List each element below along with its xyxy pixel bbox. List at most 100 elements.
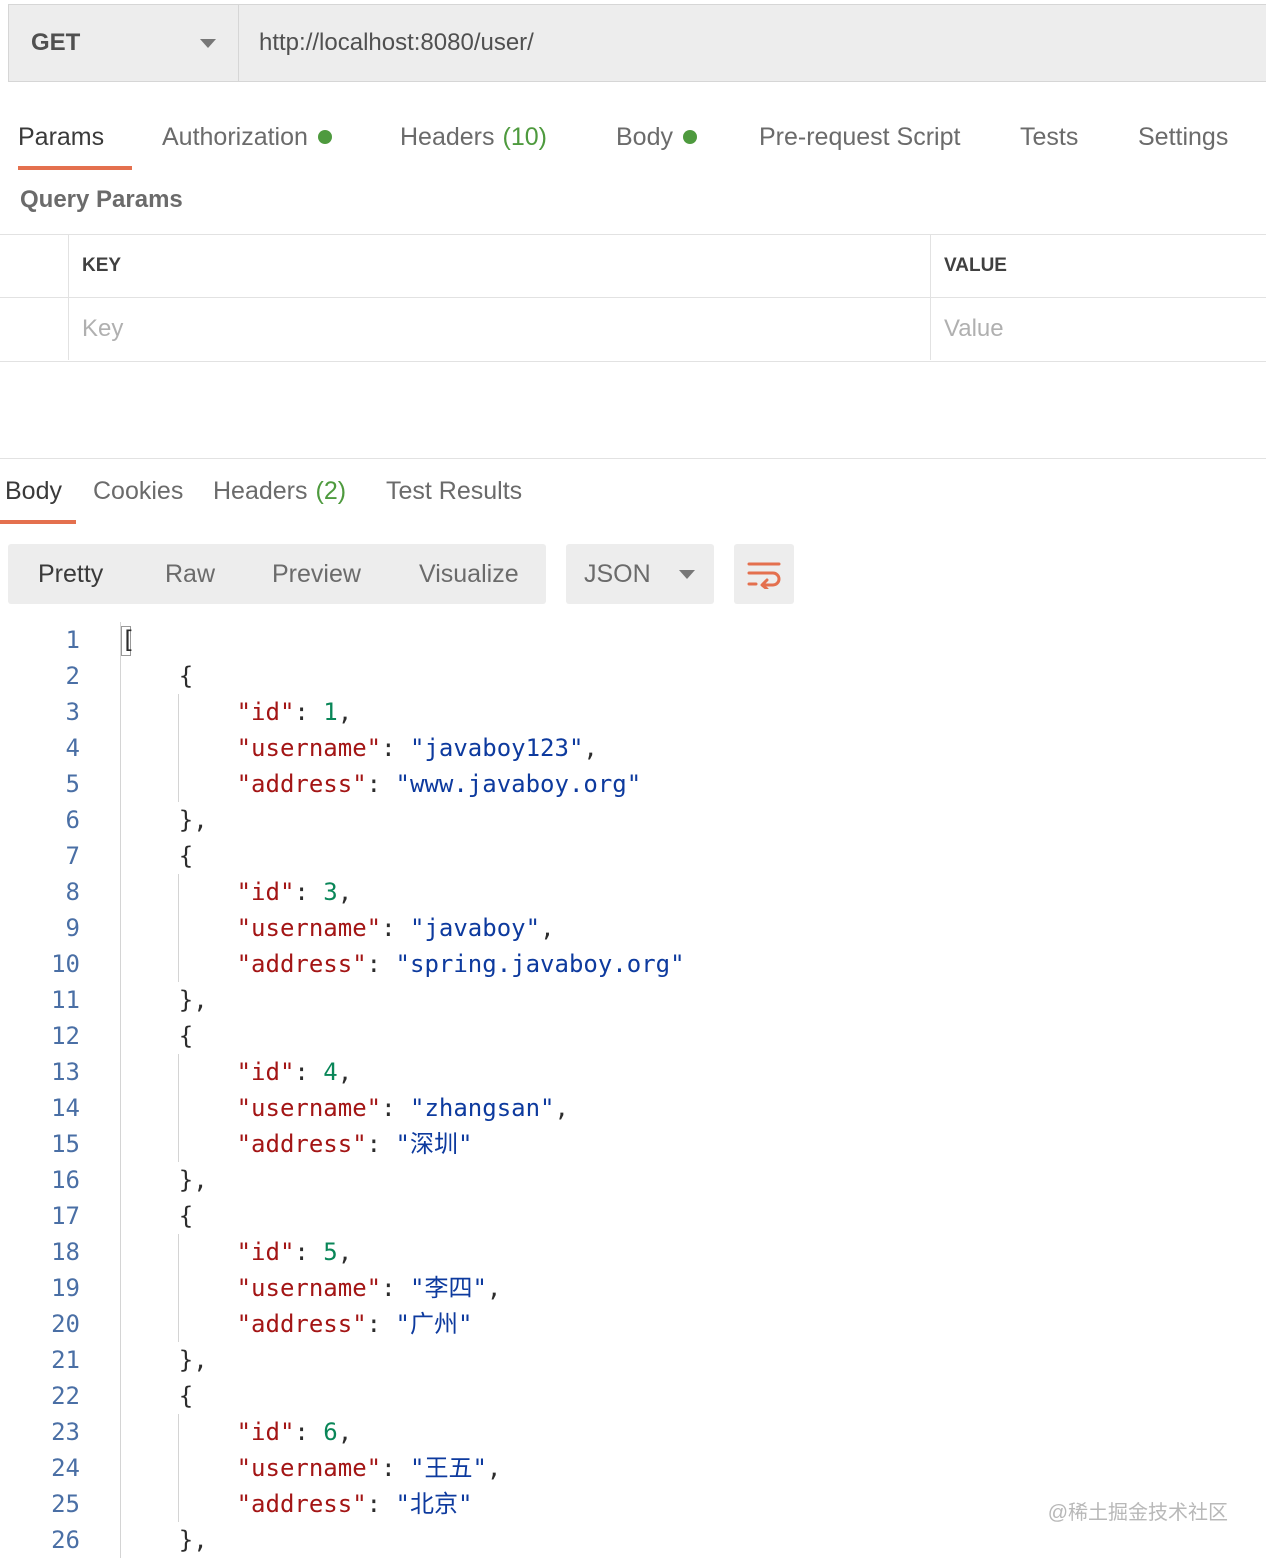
json-string: javaboy — [424, 914, 526, 942]
json-punctuation: : — [366, 770, 396, 798]
tab-response-headers-label: Headers — [213, 477, 308, 505]
json-string: 李四 — [424, 1274, 473, 1302]
url-input[interactable]: http://localhost:8080/user/ — [239, 5, 1266, 81]
view-raw-button[interactable]: Raw — [165, 544, 215, 604]
response-body-viewer[interactable]: 1[2 {3 "id": 1, 4 "username": "javaboy123… — [0, 622, 1266, 1558]
tab-tests[interactable]: Tests — [1020, 108, 1078, 170]
line-number: 23 — [51, 1418, 80, 1446]
json-punctuation — [121, 698, 237, 726]
code-line: 5 "address": "www.javaboy.org" — [0, 766, 1266, 802]
json-key: "id" — [236, 1238, 295, 1266]
code-line: 17 { — [0, 1198, 1266, 1234]
json-punctuation: , — [583, 734, 598, 762]
json-string: " — [395, 1310, 410, 1338]
code-text: "id": 4, — [121, 1054, 353, 1090]
key-input[interactable]: Key — [82, 298, 123, 360]
json-string: " — [458, 1130, 473, 1158]
format-label: JSON — [584, 559, 651, 588]
code-text: [ — [121, 622, 135, 658]
json-punctuation: }, — [121, 1346, 208, 1374]
format-select[interactable]: JSON — [566, 544, 714, 604]
json-punctuation — [121, 1238, 237, 1266]
json-string: " — [410, 1454, 425, 1482]
wrap-lines-button[interactable] — [734, 544, 794, 604]
json-punctuation: , — [337, 1238, 353, 1266]
code-text: "address": "spring.javaboy.org" — [121, 946, 685, 982]
json-string: " — [458, 1490, 473, 1518]
json-string: " — [626, 770, 642, 798]
code-text: { — [121, 1198, 193, 1234]
json-string: " — [540, 1094, 555, 1122]
json-punctuation: { — [121, 1382, 194, 1410]
json-string: spring.javaboy.org — [410, 950, 671, 978]
line-number: 26 — [51, 1526, 80, 1554]
tab-params-label: Params — [18, 123, 105, 151]
json-string: 深圳 — [410, 1130, 458, 1158]
json-string: " — [410, 1094, 425, 1122]
tab-response-headers[interactable]: Headers (2) — [213, 462, 346, 524]
json-key: "username" — [236, 1274, 382, 1302]
json-punctuation: , — [540, 914, 555, 942]
json-string: " — [472, 1274, 487, 1302]
view-pretty-button[interactable]: Pretty — [38, 544, 103, 604]
value-input[interactable]: Value — [944, 298, 1004, 360]
json-string: 北京 — [410, 1490, 458, 1518]
tab-authorization[interactable]: Authorization — [162, 108, 332, 170]
json-punctuation: : — [381, 1274, 410, 1302]
json-string: javaboy123 — [424, 734, 569, 762]
json-punctuation: { — [121, 842, 194, 870]
code-line: 16 }, — [0, 1162, 1266, 1198]
json-key: "address" — [236, 1490, 367, 1518]
line-number: 17 — [51, 1202, 80, 1230]
json-punctuation: }, — [121, 1526, 208, 1554]
code-text: "username": "javaboy123", — [121, 730, 598, 766]
column-divider — [930, 298, 931, 360]
json-punctuation: : — [366, 1490, 396, 1518]
tab-response-body-label: Body — [5, 477, 62, 505]
url-text: http://localhost:8080/user/ — [259, 29, 534, 56]
code-text: { — [121, 658, 193, 694]
json-key: "id" — [236, 1418, 295, 1446]
code-text: { — [121, 1018, 193, 1054]
tab-params[interactable]: Params — [18, 108, 132, 170]
json-number: 4 — [323, 1058, 338, 1086]
tab-cookies[interactable]: Cookies — [93, 462, 183, 524]
tab-prerequest-script[interactable]: Pre-request Script — [759, 108, 960, 170]
json-punctuation: , — [337, 1058, 353, 1086]
tab-headers[interactable]: Headers (10) — [400, 108, 547, 170]
code-text: }, — [121, 802, 208, 838]
json-punctuation: : — [294, 1238, 324, 1266]
json-string: " — [670, 950, 685, 978]
json-string: 王五 — [424, 1454, 473, 1482]
method-select[interactable]: GET — [9, 5, 239, 81]
line-number: 5 — [65, 770, 80, 798]
tab-tests-label: Tests — [1020, 123, 1079, 151]
query-params-title: Query Params — [20, 186, 183, 213]
tab-test-results[interactable]: Test Results — [386, 462, 522, 524]
code-line: 22 { — [0, 1378, 1266, 1414]
view-preview-button[interactable]: Preview — [272, 544, 361, 604]
line-number: 20 — [51, 1310, 80, 1338]
code-text: "id": 3, — [121, 874, 353, 910]
json-punctuation: : — [366, 1310, 396, 1338]
tab-response-body[interactable]: Body — [0, 462, 76, 524]
json-string: " — [410, 914, 425, 942]
status-dot-icon — [682, 130, 697, 144]
json-key: "address" — [236, 1310, 367, 1338]
code-line: 15 "address": "深圳" — [0, 1126, 1266, 1162]
line-number: 8 — [65, 878, 80, 906]
line-number: 21 — [51, 1346, 80, 1374]
json-punctuation — [121, 914, 237, 942]
json-punctuation: : — [294, 1058, 324, 1086]
view-visualize-button[interactable]: Visualize — [419, 544, 519, 604]
tab-response-headers-count: (2) — [315, 477, 347, 505]
request-bar: GET http://localhost:8080/user/ — [8, 4, 1266, 82]
key-column-header: KEY — [82, 255, 122, 276]
tab-body[interactable]: Body — [616, 108, 697, 170]
line-number: 15 — [51, 1130, 80, 1158]
tab-settings[interactable]: Settings — [1138, 108, 1228, 170]
line-number: 13 — [51, 1058, 80, 1086]
json-punctuation: , — [486, 1454, 502, 1482]
code-line: 26 }, — [0, 1522, 1266, 1558]
json-punctuation: { — [121, 1022, 194, 1050]
